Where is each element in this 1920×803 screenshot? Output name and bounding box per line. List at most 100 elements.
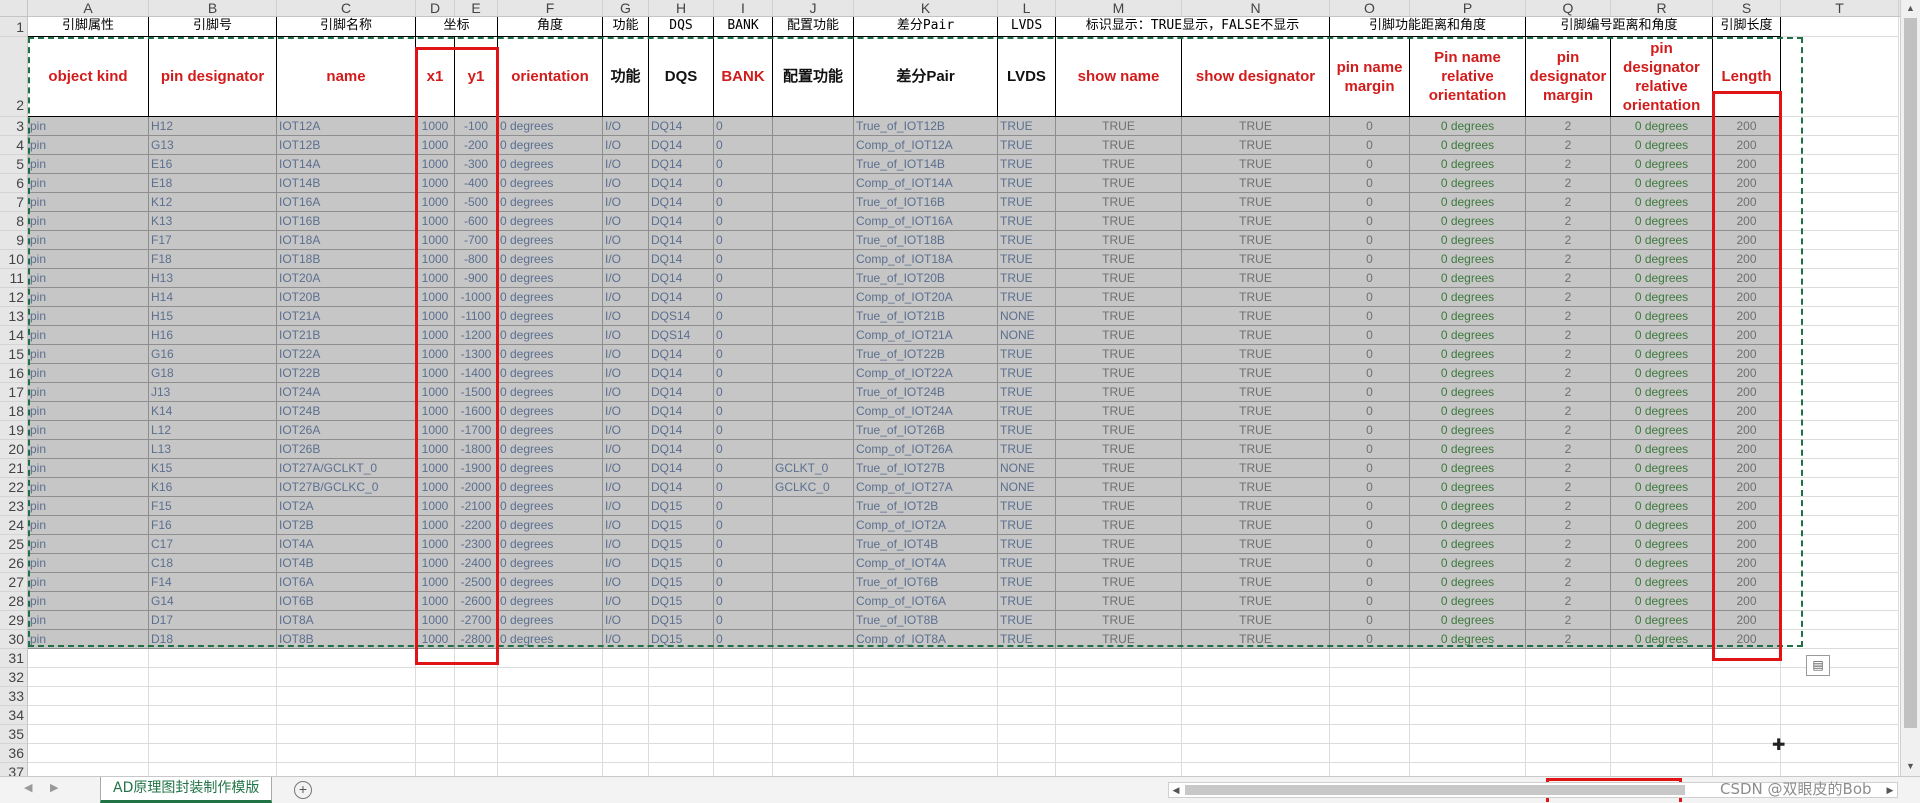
empty-cell[interactable] [28, 649, 149, 668]
data-cell[interactable]: 2 [1526, 193, 1611, 212]
header-field-cell[interactable]: DQS [649, 37, 714, 117]
data-cell[interactable]: IOT20A [277, 269, 416, 288]
row-header-27[interactable]: 27 [0, 573, 27, 592]
data-cell[interactable]: 2 [1526, 307, 1611, 326]
row-header-30[interactable]: 30 [0, 630, 27, 649]
data-cell[interactable]: TRUE [1056, 402, 1182, 421]
empty-cell[interactable] [1182, 744, 1330, 763]
row-header-19[interactable]: 19 [0, 421, 27, 440]
data-cell[interactable] [773, 497, 854, 516]
data-cell[interactable]: 0 degrees [1611, 155, 1713, 174]
data-cell[interactable]: -1200 [455, 326, 498, 345]
empty-cell[interactable] [498, 763, 603, 776]
empty-cell[interactable] [998, 649, 1056, 668]
data-cell[interactable]: 0 [714, 326, 773, 345]
data-cell[interactable]: 1000 [416, 155, 455, 174]
data-cell[interactable]: 0 degrees [498, 630, 603, 649]
data-cell[interactable]: 0 degrees [1611, 212, 1713, 231]
data-cell[interactable]: 2 [1526, 592, 1611, 611]
data-cell[interactable]: -400 [455, 174, 498, 193]
data-cell[interactable]: pin [28, 592, 149, 611]
empty-cell[interactable] [1781, 649, 1899, 668]
data-cell[interactable]: 0 [1330, 269, 1410, 288]
row-header-12[interactable]: 12 [0, 288, 27, 307]
data-cell[interactable]: -1400 [455, 364, 498, 383]
data-cell[interactable]: TRUE [1182, 630, 1330, 649]
empty-cell[interactable] [1781, 478, 1899, 497]
data-cell[interactable]: 1000 [416, 136, 455, 155]
header-field-cell[interactable]: pin designator relative orientation [1611, 37, 1713, 117]
data-cell[interactable]: H14 [149, 288, 277, 307]
data-cell[interactable]: pin [28, 136, 149, 155]
row-header-33[interactable]: 33 [0, 687, 27, 706]
data-cell[interactable]: TRUE [998, 193, 1056, 212]
empty-cell[interactable] [149, 668, 277, 687]
data-cell[interactable] [773, 421, 854, 440]
row-header-14[interactable]: 14 [0, 326, 27, 345]
empty-cell[interactable] [149, 687, 277, 706]
empty-cell[interactable] [773, 687, 854, 706]
data-cell[interactable] [773, 630, 854, 649]
empty-cell[interactable] [28, 725, 149, 744]
data-cell[interactable]: pin [28, 345, 149, 364]
empty-cell[interactable] [603, 649, 649, 668]
data-cell[interactable]: 1000 [416, 402, 455, 421]
data-cell[interactable]: TRUE [998, 174, 1056, 193]
data-cell[interactable]: 0 degrees [1611, 117, 1713, 136]
data-cell[interactable] [773, 554, 854, 573]
empty-cell[interactable] [854, 687, 998, 706]
empty-cell[interactable] [416, 687, 455, 706]
data-cell[interactable]: 200 [1713, 231, 1781, 250]
data-cell[interactable]: 0 [1330, 136, 1410, 155]
empty-cell[interactable] [277, 744, 416, 763]
data-cell[interactable]: K13 [149, 212, 277, 231]
data-cell[interactable]: DQ14 [649, 459, 714, 478]
data-cell[interactable]: 200 [1713, 592, 1781, 611]
data-cell[interactable]: DQ15 [649, 573, 714, 592]
data-cell[interactable] [773, 383, 854, 402]
empty-cell[interactable] [498, 649, 603, 668]
empty-cell[interactable] [649, 763, 714, 776]
data-cell[interactable]: DQ15 [649, 516, 714, 535]
data-cell[interactable]: TRUE [1056, 288, 1182, 307]
data-cell[interactable]: 2 [1526, 117, 1611, 136]
empty-cell[interactable] [1781, 516, 1899, 535]
empty-cell[interactable] [1713, 763, 1781, 776]
data-cell[interactable]: DQ14 [649, 345, 714, 364]
header-field-cell[interactable]: 差分Pair [854, 37, 998, 117]
header-row1-cell[interactable]: 引脚属性 [28, 17, 149, 37]
data-cell[interactable]: 0 degrees [498, 459, 603, 478]
data-cell[interactable]: TRUE [998, 535, 1056, 554]
empty-cell[interactable] [1056, 649, 1182, 668]
data-cell[interactable]: 0 degrees [1410, 307, 1526, 326]
data-cell[interactable]: 0 [1330, 497, 1410, 516]
empty-cell[interactable] [1611, 744, 1713, 763]
data-cell[interactable]: 0 [1330, 459, 1410, 478]
data-cell[interactable]: TRUE [1182, 554, 1330, 573]
data-cell[interactable] [773, 345, 854, 364]
data-cell[interactable]: IOT27A/GCLKT_0 [277, 459, 416, 478]
empty-cell[interactable] [714, 763, 773, 776]
data-cell[interactable]: I/O [603, 497, 649, 516]
data-cell[interactable]: 0 [1330, 440, 1410, 459]
header-field-cell[interactable]: y1 [455, 37, 498, 117]
header-row1-cell[interactable]: 功能 [603, 17, 649, 37]
data-cell[interactable]: 2 [1526, 497, 1611, 516]
data-cell[interactable]: -2500 [455, 573, 498, 592]
empty-cell[interactable] [649, 725, 714, 744]
data-cell[interactable]: TRUE [1182, 459, 1330, 478]
data-cell[interactable]: 0 [1330, 307, 1410, 326]
data-cell[interactable]: pin [28, 269, 149, 288]
data-cell[interactable]: DQ15 [649, 554, 714, 573]
header-field-cell[interactable]: pin name margin [1330, 37, 1410, 117]
data-cell[interactable]: Comp_of_IOT22A [854, 364, 998, 383]
header-field-cell[interactable]: Pin name relative orientation [1410, 37, 1526, 117]
data-cell[interactable]: True_of_IOT21B [854, 307, 998, 326]
empty-cell[interactable] [149, 706, 277, 725]
column-header-p[interactable]: P [1410, 0, 1526, 16]
data-cell[interactable]: IOT8B [277, 630, 416, 649]
data-cell[interactable]: TRUE [1182, 478, 1330, 497]
empty-cell[interactable] [277, 668, 416, 687]
data-cell[interactable]: Comp_of_IOT24A [854, 402, 998, 421]
empty-cell[interactable] [1781, 307, 1899, 326]
